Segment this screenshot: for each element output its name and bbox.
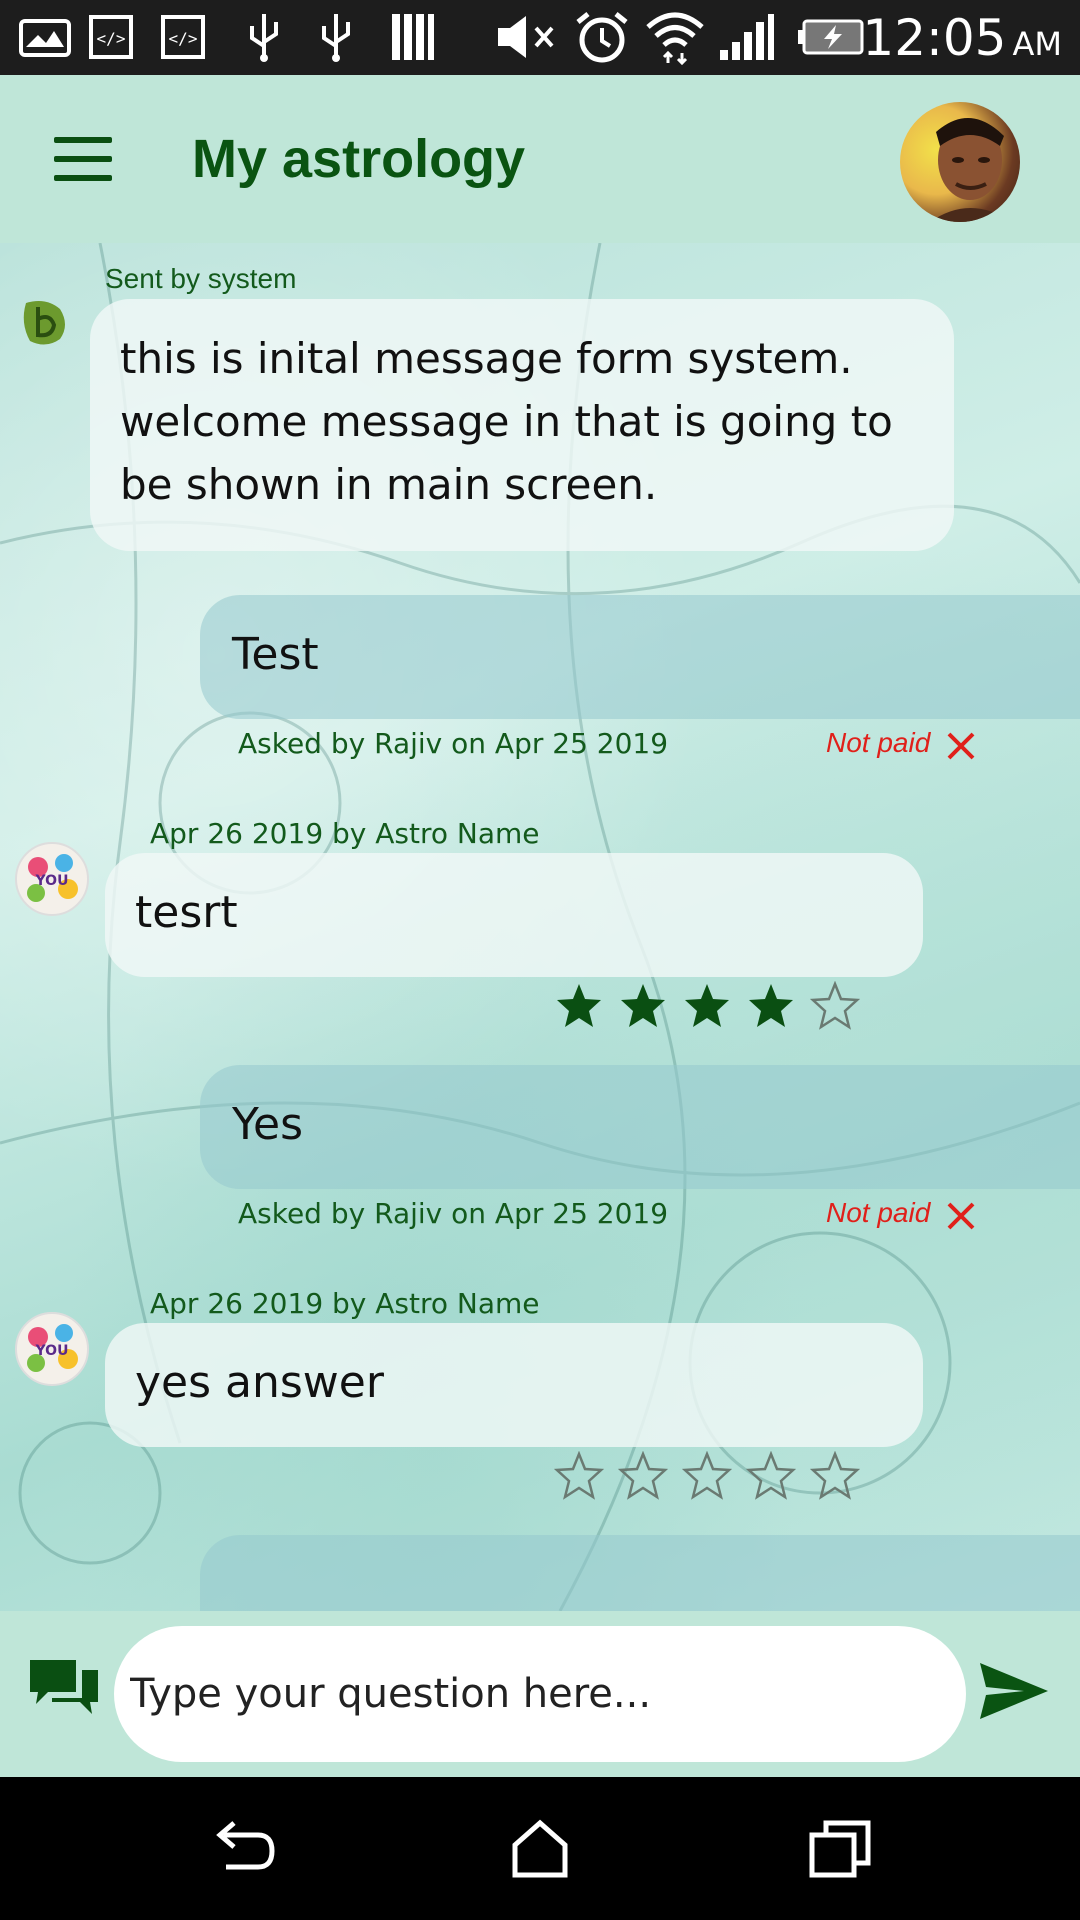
star-empty-icon[interactable] [554,1451,604,1501]
back-icon[interactable] [206,1817,276,1881]
question-bubble: Yes [200,1065,1080,1189]
sender-label: Sent by system [105,263,297,294]
asked-meta: Asked by Rajiv on Apr 25 2019 [238,1197,669,1230]
usb-icon [316,12,356,62]
navigation-bar [0,1777,1080,1920]
wifi-icon [644,12,706,65]
answer-text: tesrt [135,887,238,938]
svg-text:YOU: YOU [35,1343,69,1359]
code-icon: </> [86,12,136,62]
alarm-icon [574,12,630,63]
clock: 12:05 AM [862,9,1062,67]
hamburger-menu-icon[interactable] [54,137,112,181]
astrologer-avatar: YOU [14,1311,90,1387]
close-icon [947,732,975,760]
question-text: Test [232,629,319,680]
star-filled-icon[interactable] [618,981,668,1031]
answer-bubble: yes answer [105,1323,923,1447]
system-message-bubble: this is inital message form system. welc… [90,299,954,551]
profile-avatar[interactable] [900,102,1020,222]
recent-apps-icon[interactable] [806,1817,876,1881]
battery-charging-icon [798,12,866,62]
system-message-text: this is inital message form system. welc… [120,334,893,509]
answer-text: yes answer [135,1357,384,1408]
star-filled-icon[interactable] [746,981,796,1031]
star-empty-icon[interactable] [746,1451,796,1501]
rating-stars[interactable] [554,1451,860,1501]
svg-text:</>: </> [97,29,126,48]
rating-stars[interactable] [554,981,860,1031]
answer-meta: Apr 26 2019 by Astro Name [150,817,540,850]
payment-status: Not paid [826,1197,931,1228]
question-input[interactable] [114,1626,966,1762]
send-icon[interactable] [978,1659,1050,1723]
close-icon [947,1202,975,1230]
asked-meta: Asked by Rajiv on Apr 25 2019 [238,727,669,760]
astrologer-avatar: YOU [14,841,90,917]
system-avatar-icon [16,293,74,351]
signal-icon [718,12,776,62]
star-filled-icon[interactable] [554,981,604,1031]
question-bubble: Test [200,595,1080,719]
star-empty-icon[interactable] [810,981,860,1031]
chat-area[interactable]: Sent by system this is inital message fo… [0,243,1080,1611]
page-title: My astrology [192,129,526,189]
picture-icon [18,12,72,62]
question-text: Yes [232,1099,304,1150]
star-empty-icon[interactable] [618,1451,668,1501]
code-icon: </> [158,12,208,62]
question-bubble-partial [200,1535,1080,1611]
mute-icon [494,12,560,62]
input-bar [0,1611,1080,1777]
storage-icon [390,12,436,62]
payment-status: Not paid [826,727,931,758]
star-filled-icon[interactable] [682,981,732,1031]
answer-meta: Apr 26 2019 by Astro Name [150,1287,540,1320]
svg-text:YOU: YOU [35,873,69,889]
answer-bubble: tesrt [105,853,923,977]
status-bar: </> </> 12:05 AM [0,0,1080,75]
star-empty-icon[interactable] [682,1451,732,1501]
app-bar: My astrology [0,75,1080,243]
chat-bubbles-icon[interactable] [28,1656,100,1722]
home-icon[interactable] [505,1817,575,1881]
svg-text:</>: </> [169,29,198,48]
star-empty-icon[interactable] [810,1451,860,1501]
usb-icon [244,12,284,62]
